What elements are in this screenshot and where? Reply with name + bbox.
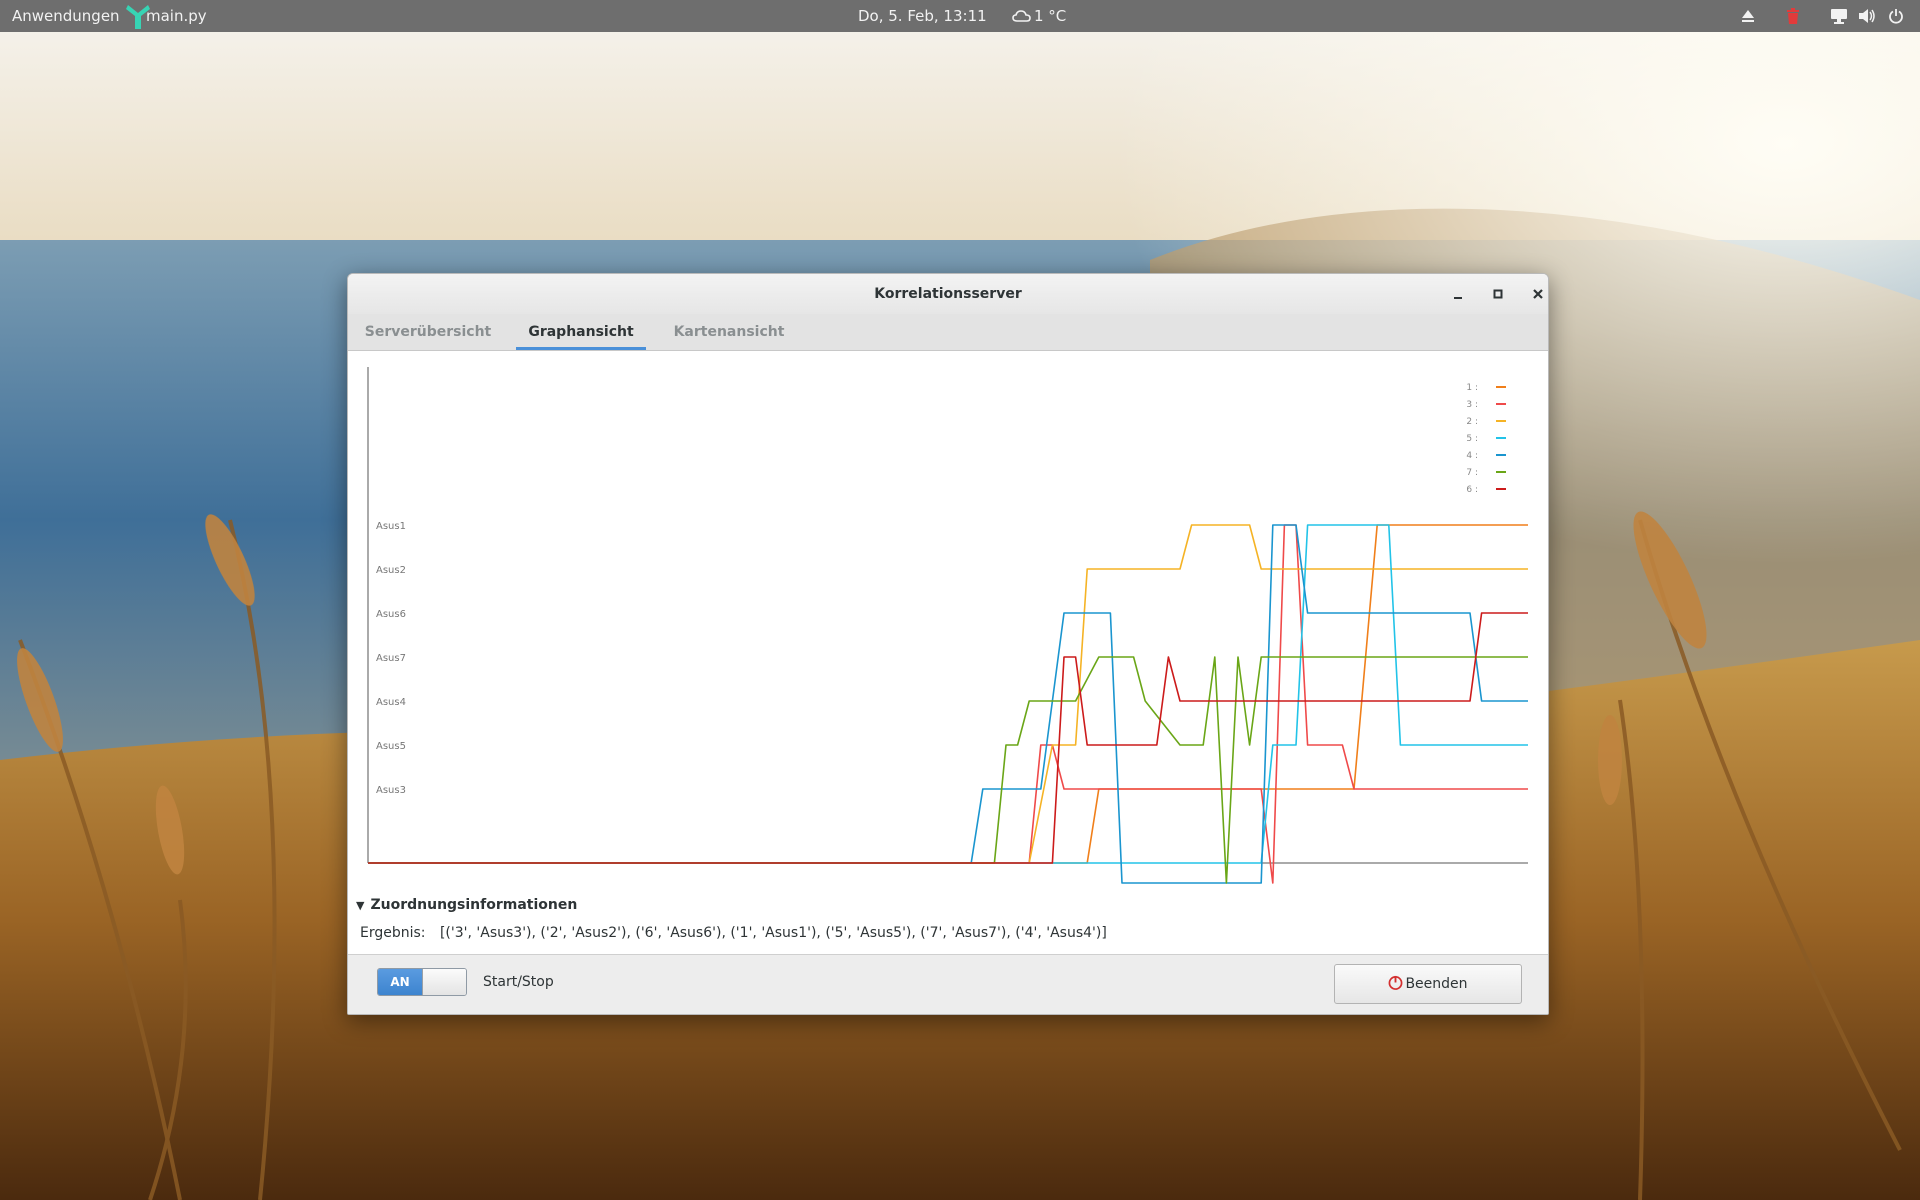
tab-bar: Serverübersicht Graphansicht Kartenansic… [348, 314, 1548, 351]
assignment-expander[interactable]: ▼ Zuordnungsinformationen [356, 894, 577, 916]
trash-icon[interactable] [1786, 7, 1800, 25]
tab-server-overview[interactable]: Serverübersicht [358, 314, 498, 350]
y-tick-label: Asus4 [376, 697, 406, 708]
start-stop-label: Start/Stop [483, 974, 554, 990]
top-panel: Anwendungen main.py Do, 5. Feb, 13:11 1 … [0, 0, 1920, 32]
clock[interactable]: Do, 5. Feb, 13:11 [858, 0, 987, 32]
close-icon[interactable] [1526, 282, 1548, 306]
tab-graph-view[interactable]: Graphansicht [516, 314, 646, 350]
legend-label: 4 : [1466, 451, 1478, 461]
result-label: Ergebnis: [360, 925, 426, 941]
eject-icon[interactable] [1740, 8, 1756, 24]
y-tick-label: Asus3 [376, 785, 406, 796]
weather-temperature[interactable]: 1 °C [1034, 0, 1066, 32]
app-menu[interactable]: main.py [146, 0, 207, 32]
result-value: [('3', 'Asus3'), ('2', 'Asus2'), ('6', '… [439, 925, 1107, 941]
legend-label: 6 : [1466, 485, 1478, 495]
graph-view: Asus1 Asus2 Asus6 Asus7 Asus4 Asus5 Asus3 1 : 3 … [348, 351, 1548, 891]
legend-label: 7 : [1466, 468, 1478, 478]
series-line [368, 524, 1528, 884]
action-bar: AN Start/Stop Beenden [348, 954, 1548, 1014]
window-titlebar[interactable]: Korrelationsserver [348, 274, 1548, 315]
quit-button[interactable]: Beenden [1334, 964, 1522, 1004]
power-icon[interactable] [1888, 8, 1904, 24]
series-line [368, 524, 1528, 884]
y-tick-label: Asus2 [376, 565, 406, 576]
series-line [368, 524, 1528, 864]
series-line [368, 524, 1528, 864]
result-row: Ergebnis: [('3', 'Asus3'), ('2', 'Asus2'… [360, 922, 1107, 944]
window-title: Korrelationsserver [874, 286, 1022, 302]
legend-label: 1 : [1466, 383, 1478, 393]
y-tick-label: Asus1 [376, 521, 406, 532]
legend-label: 2 : [1466, 417, 1478, 427]
maximize-icon[interactable] [1486, 282, 1510, 306]
quit-label: Beenden [1405, 976, 1468, 992]
legend-label: 3 : [1466, 400, 1478, 410]
correlation-chart: Asus1 Asus2 Asus6 Asus7 Asus4 Asus5 Asus3 1 : 3 … [367, 367, 1528, 884]
start-stop-switch[interactable]: AN [377, 968, 467, 996]
series-line [368, 524, 1528, 864]
power-icon [1389, 975, 1403, 990]
app-window: Korrelationsserver Serverübersicht Graph… [347, 273, 1549, 1015]
switch-knob[interactable] [422, 969, 466, 995]
volume-icon[interactable] [1858, 8, 1876, 24]
weather-icon[interactable] [1012, 9, 1032, 23]
series-line [368, 656, 1528, 884]
expander-arrow-icon: ▼ [356, 899, 365, 912]
series-line [368, 612, 1528, 864]
tab-map-view[interactable]: Kartenansicht [658, 314, 800, 350]
minimize-icon[interactable] [1446, 282, 1470, 306]
activities-button[interactable]: Anwendungen [12, 0, 120, 32]
network-icon[interactable] [1830, 8, 1848, 24]
y-tick-label: Asus7 [376, 653, 406, 664]
legend-label: 5 : [1466, 434, 1478, 444]
y-tick-label: Asus6 [376, 609, 406, 620]
expander-label: Zuordnungsinformationen [370, 897, 578, 913]
switch-state-label: AN [378, 969, 422, 995]
y-tick-label: Asus5 [376, 741, 406, 752]
